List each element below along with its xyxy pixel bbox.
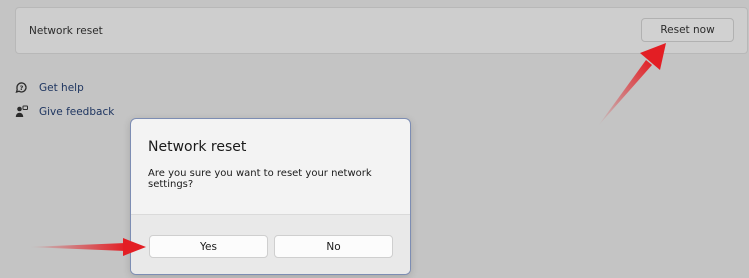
annotation-arrows — [28, 43, 666, 256]
arrow-to-reset-now — [598, 43, 666, 126]
arrow-to-yes — [28, 238, 146, 256]
